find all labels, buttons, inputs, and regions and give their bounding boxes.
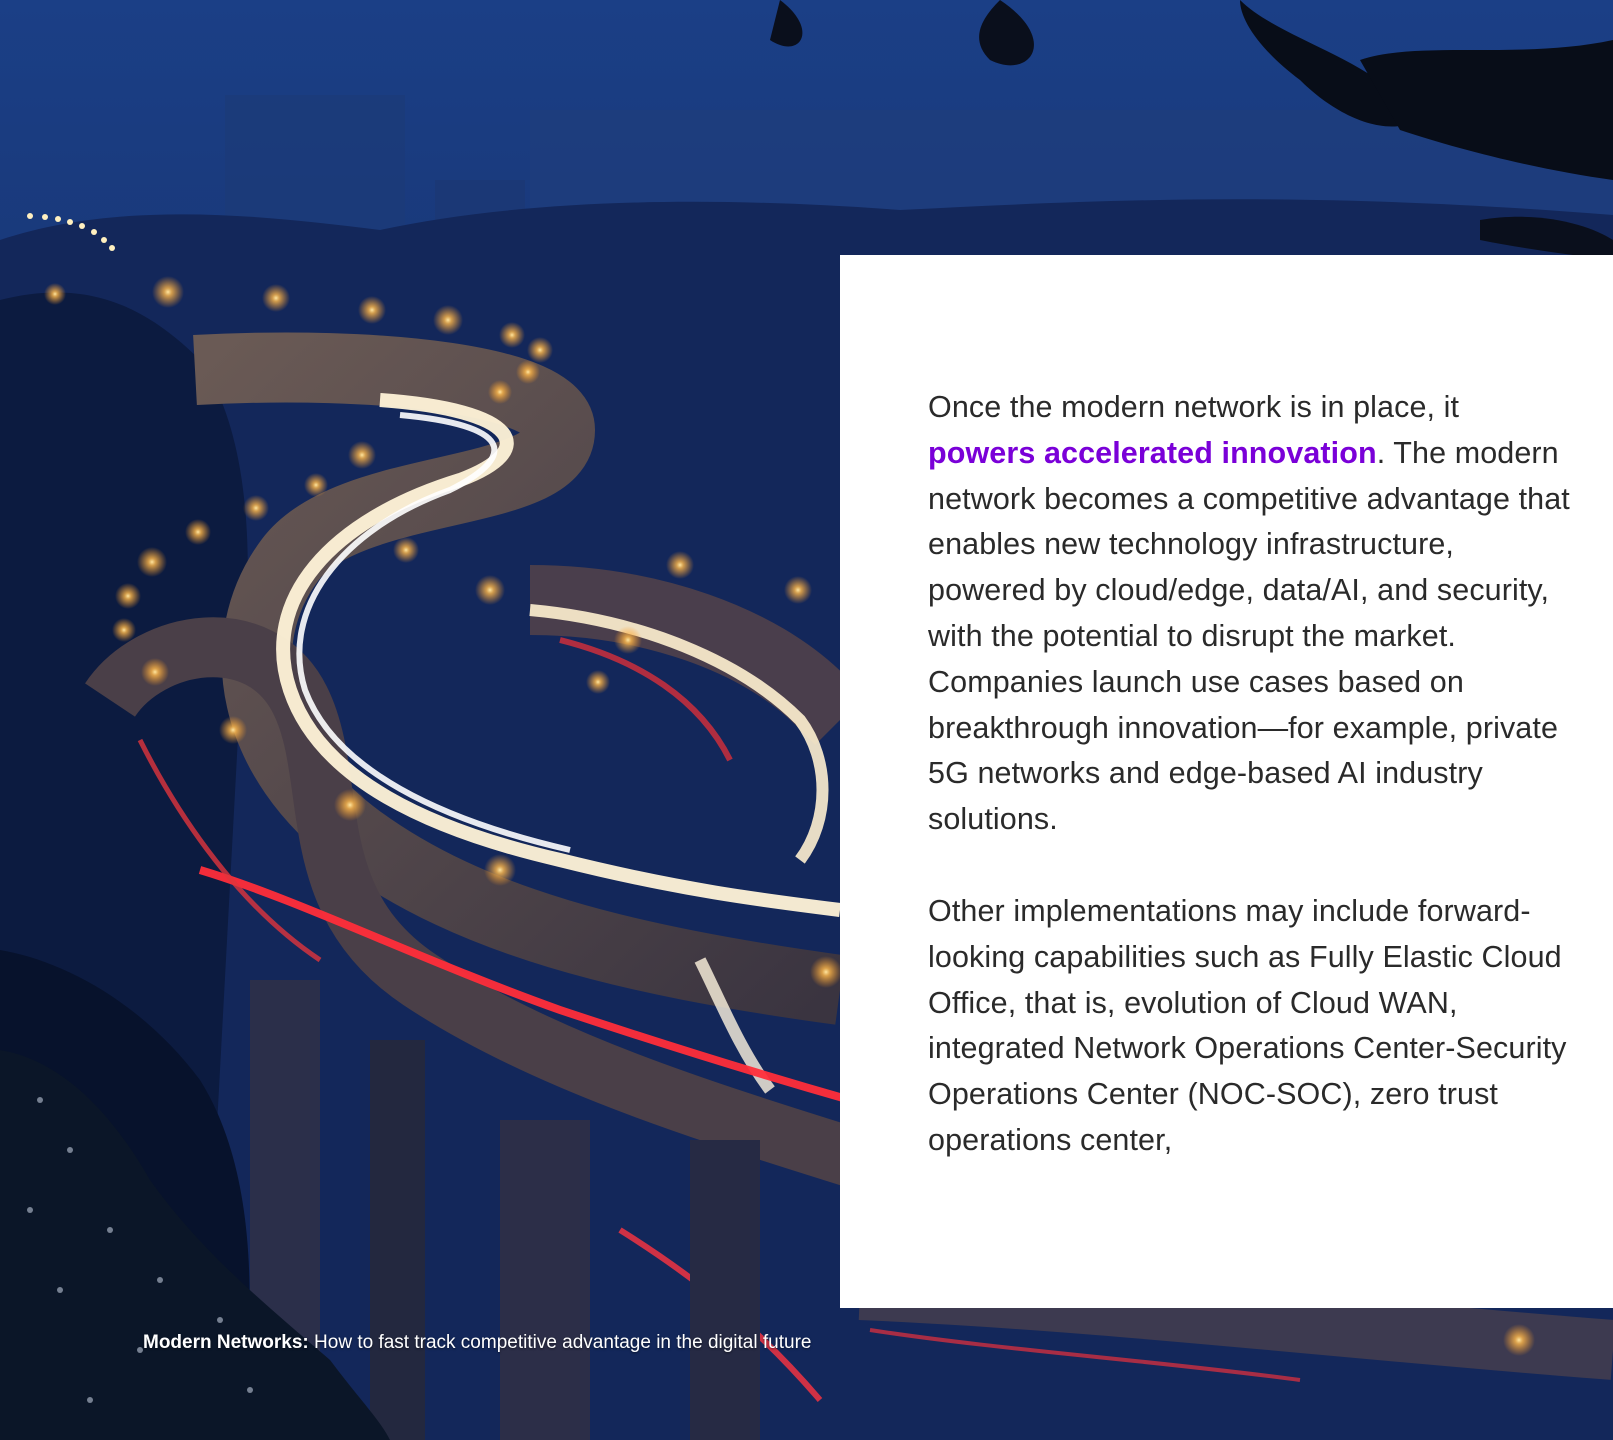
highlight-link: powers accelerated innovation [928,435,1377,470]
card-paragraph-1: Once the modern network is in place, it … [928,385,1573,843]
text-card: Once the modern network is in place, it … [840,255,1613,1308]
footer-title: Modern Networks: [143,1332,309,1353]
paragraph-1-lead: Once the modern network is in place, it [928,390,1460,424]
page-footer: Modern Networks: How to fast track compe… [143,1332,811,1354]
footer-subtitle: How to fast track competitive advantage … [308,1332,812,1353]
card-paragraph-2: Other implementations may include forwar… [928,893,1567,1157]
paragraph-1-rest: . The modern network becomes a competiti… [928,435,1570,837]
